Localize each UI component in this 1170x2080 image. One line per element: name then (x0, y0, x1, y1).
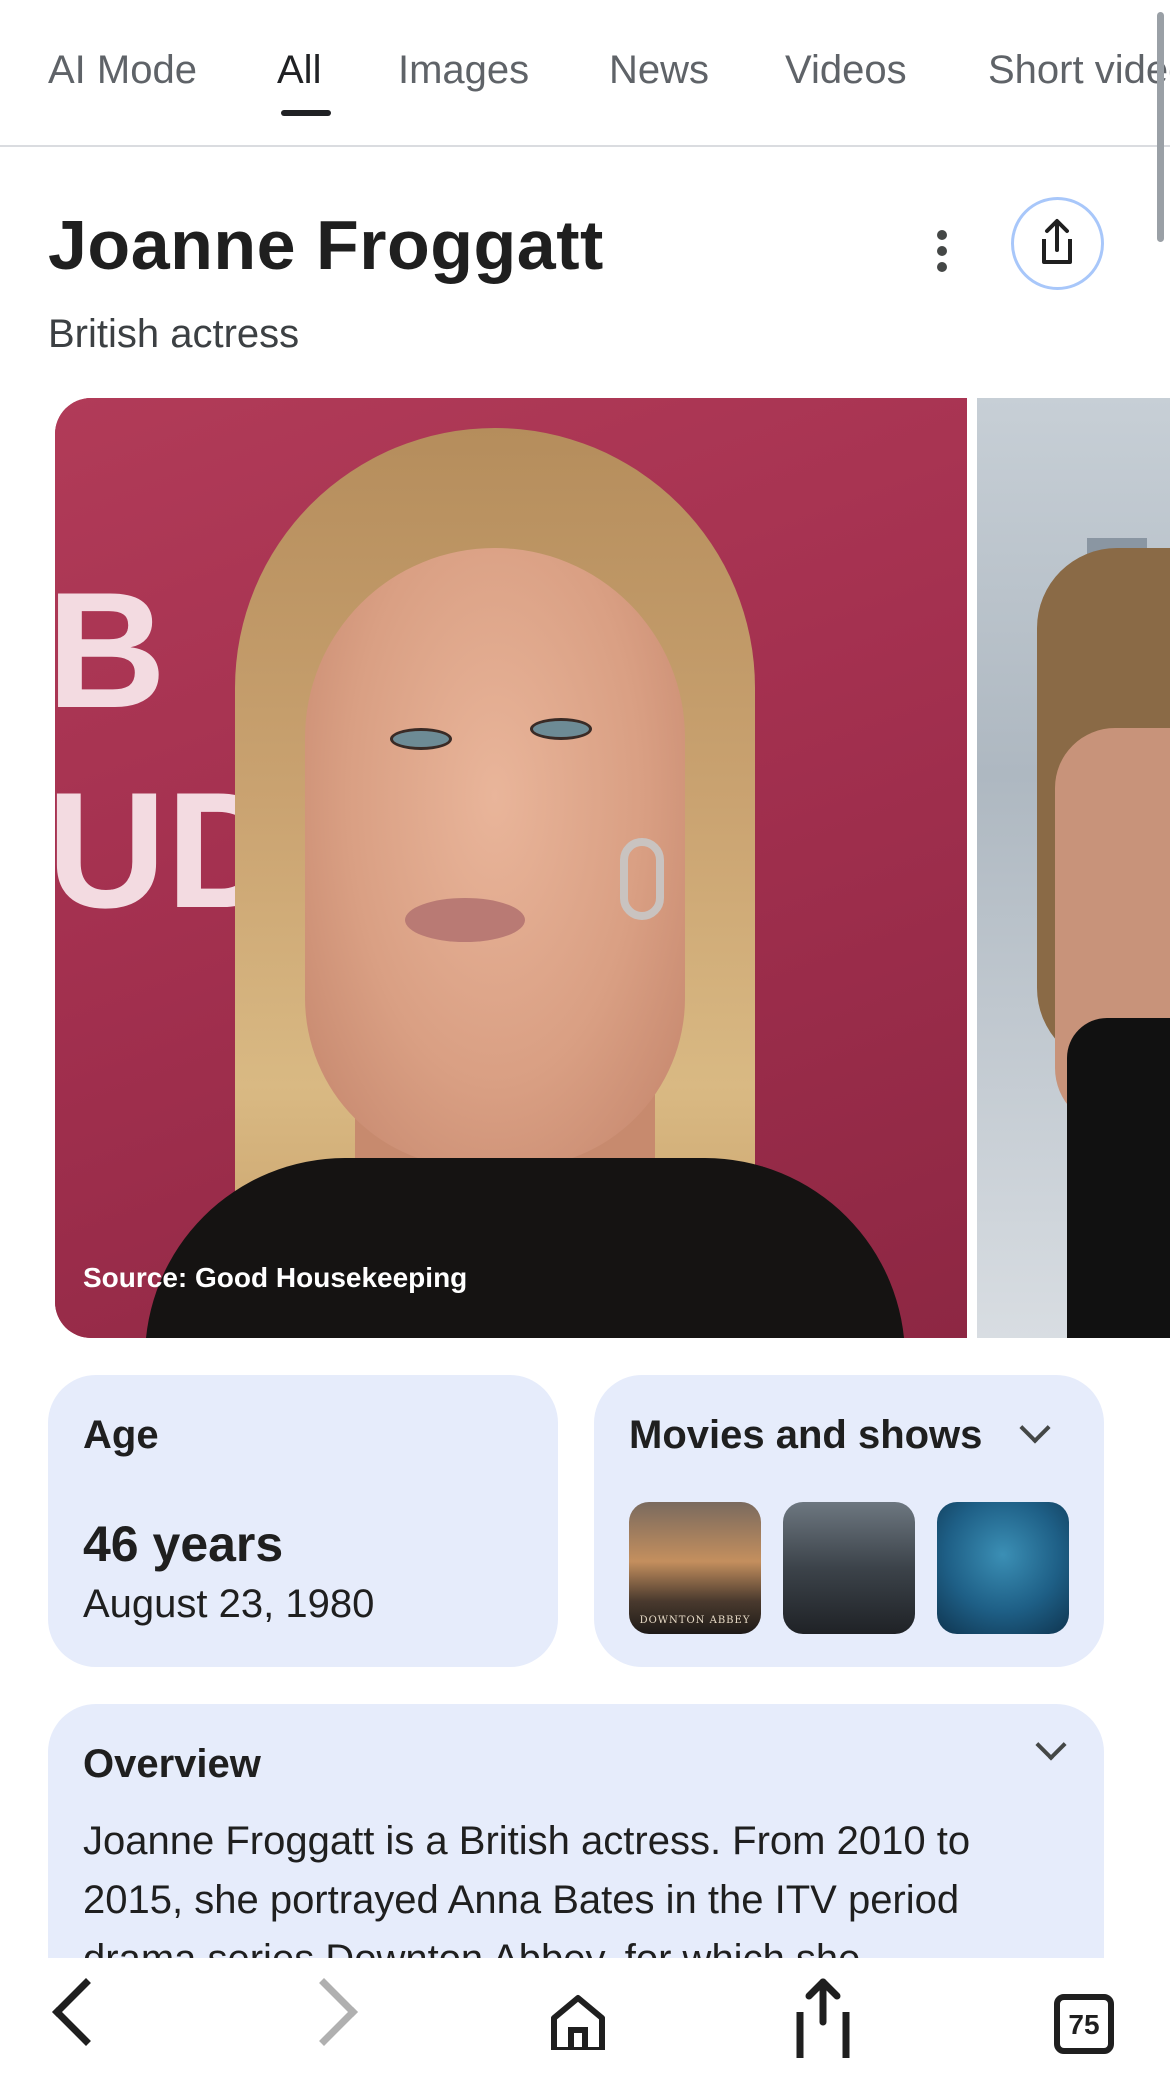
search-tabs-bar: AI Mode All Images News Videos Short vid… (0, 0, 1170, 147)
hero-image[interactable]: B UD Source: Good Housekeeping (55, 398, 967, 1338)
home-icon[interactable] (548, 1990, 608, 2050)
movie-thumbnail[interactable] (783, 1502, 915, 1634)
chevron-down-icon[interactable] (1035, 1729, 1067, 1761)
movies-and-shows-card[interactable]: Movies and shows DOWNTON ABBEY (594, 1375, 1104, 1667)
forward-arrow-icon[interactable] (290, 1978, 358, 2046)
tab-switcher-button[interactable]: 75 (1054, 1994, 1114, 2054)
secondary-image[interactable] (977, 398, 1170, 1338)
age-value: 46 years (83, 1516, 284, 1572)
image-source-caption: Source: Good Housekeeping (83, 1262, 468, 1293)
tab-ai-mode[interactable]: AI Mode (48, 48, 197, 93)
share-icon[interactable] (792, 1978, 854, 2058)
chevron-down-icon[interactable] (1019, 1412, 1051, 1444)
active-tab-indicator (281, 110, 331, 116)
tab-videos[interactable]: Videos (785, 48, 907, 93)
movie-thumbnail[interactable]: DOWNTON ABBEY (629, 1502, 761, 1634)
tab-images[interactable]: Images (398, 48, 529, 93)
tab-news[interactable]: News (609, 48, 709, 93)
movies-and-shows-label: Movies and shows (629, 1413, 983, 1457)
overview-label: Overview (83, 1742, 261, 1786)
birth-date: August 23, 1980 (83, 1582, 375, 1626)
age-card[interactable]: Age 46 years August 23, 1980 (48, 1375, 558, 1667)
back-arrow-icon[interactable] (52, 1978, 120, 2046)
page-scrollbar[interactable] (1157, 12, 1164, 242)
age-label: Age (83, 1413, 159, 1457)
tab-all[interactable]: All (277, 48, 321, 93)
more-vert-icon[interactable] (926, 222, 958, 278)
movie-thumbnail[interactable] (937, 1502, 1069, 1634)
entity-title: Joanne Froggatt (48, 206, 604, 284)
tab-short-videos[interactable]: Short videos (988, 48, 1170, 93)
share-icon (1042, 219, 1072, 264)
browser-toolbar: 75 (0, 1958, 1170, 2080)
entity-subtitle: British actress (48, 312, 300, 356)
share-button[interactable] (1011, 197, 1104, 290)
